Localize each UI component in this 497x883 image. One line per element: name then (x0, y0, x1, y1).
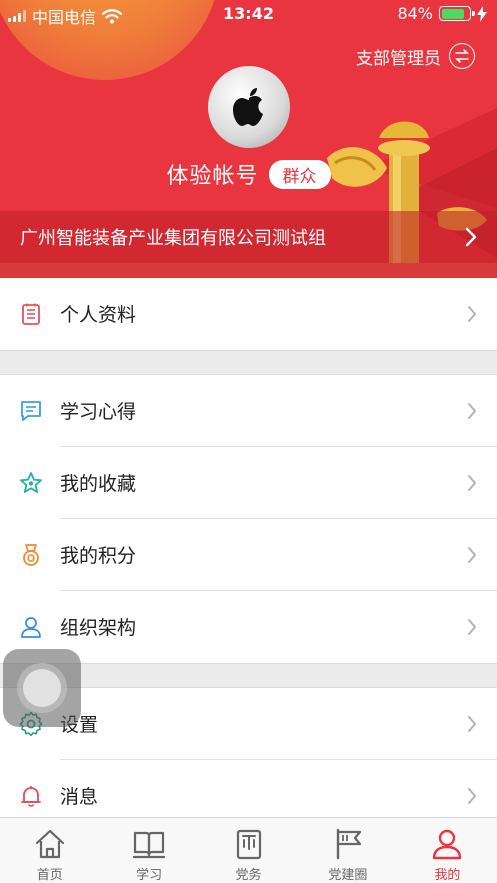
flag-icon (336, 828, 362, 860)
chevron-right-icon (468, 403, 476, 419)
document-icon (22, 303, 40, 325)
menu-item-label: 个人资料 (60, 304, 137, 326)
charging-bolt-icon (477, 5, 487, 22)
menu-item-label: 我的收藏 (60, 473, 137, 495)
tab-study[interactable]: 学习 (99, 818, 198, 883)
notes-chat-icon (21, 401, 41, 421)
chevron-right-icon (468, 475, 476, 491)
home-icon (35, 829, 64, 859)
section-gap (0, 350, 497, 375)
menu-group-2: 学习心得 我的收藏 我的积分 组织架构 (0, 375, 497, 663)
person-icon (433, 829, 462, 860)
role-badge: 群众 (268, 159, 331, 189)
tab-home[interactable]: 首页 (0, 818, 99, 883)
battery-percent: 84% (397, 4, 433, 23)
chevron-right-icon (468, 716, 476, 732)
assistive-touch-button[interactable] (3, 649, 81, 727)
tab-label: 首页 (36, 868, 63, 883)
menu-group-1: 个人资料 (0, 278, 497, 350)
tab-label: 党务 (235, 868, 262, 883)
menu-item-label: 组织架构 (60, 617, 137, 639)
assistive-touch-icon (17, 663, 67, 713)
menu-item-label: 我的积分 (60, 545, 137, 567)
menu-item-points[interactable]: 我的积分 (0, 519, 497, 591)
user-name: 体验帐号 (166, 164, 259, 189)
menu-item-study-notes[interactable]: 学习心得 (0, 375, 497, 447)
organization-name: 广州智能装备产业集团有限公司测试组 (20, 228, 326, 249)
bottom-tab-bar: 首页 学习 党务 党建圈 我的 (0, 817, 497, 883)
branch-admin-switch[interactable]: 支部管理员 (356, 43, 475, 69)
users-icon (21, 617, 41, 638)
profile-header: 支部管理员 体验帐号 群众 广州智能装备产业集团有限公司测试组 (0, 0, 497, 278)
tab-mine[interactable]: 我的 (398, 818, 497, 883)
party-affairs-icon (236, 829, 261, 860)
tab-party-circle[interactable]: 党建圈 (298, 818, 397, 883)
chevron-right-icon (465, 227, 477, 247)
avatar[interactable] (208, 66, 290, 148)
chevron-right-icon (468, 306, 476, 322)
medal-icon (23, 544, 39, 566)
battery-icon (439, 6, 475, 21)
menu-item-label: 消息 (60, 786, 99, 808)
menu-item-favorites[interactable]: 我的收藏 (0, 447, 497, 519)
tab-label: 我的 (434, 868, 461, 883)
swap-icon (449, 43, 475, 69)
bell-icon (21, 786, 41, 807)
apple-logo-icon (233, 88, 263, 126)
status-bar: 中国电信 13:42 84% (0, 0, 497, 28)
tab-label: 学习 (136, 868, 163, 883)
header-bottom-strip (0, 263, 497, 278)
organization-bar[interactable]: 广州智能装备产业集团有限公司测试组 (0, 211, 497, 263)
book-icon (133, 831, 166, 859)
tab-party-affairs[interactable]: 党务 (199, 818, 298, 883)
tab-label: 党建圈 (328, 868, 368, 883)
chevron-right-icon (468, 788, 476, 804)
chevron-right-icon (468, 619, 476, 635)
branch-admin-label: 支部管理员 (356, 48, 441, 69)
star-icon (20, 472, 42, 493)
chevron-right-icon (468, 547, 476, 563)
menu-item-label: 学习心得 (60, 401, 137, 423)
menu-item-profile[interactable]: 个人资料 (0, 278, 497, 350)
